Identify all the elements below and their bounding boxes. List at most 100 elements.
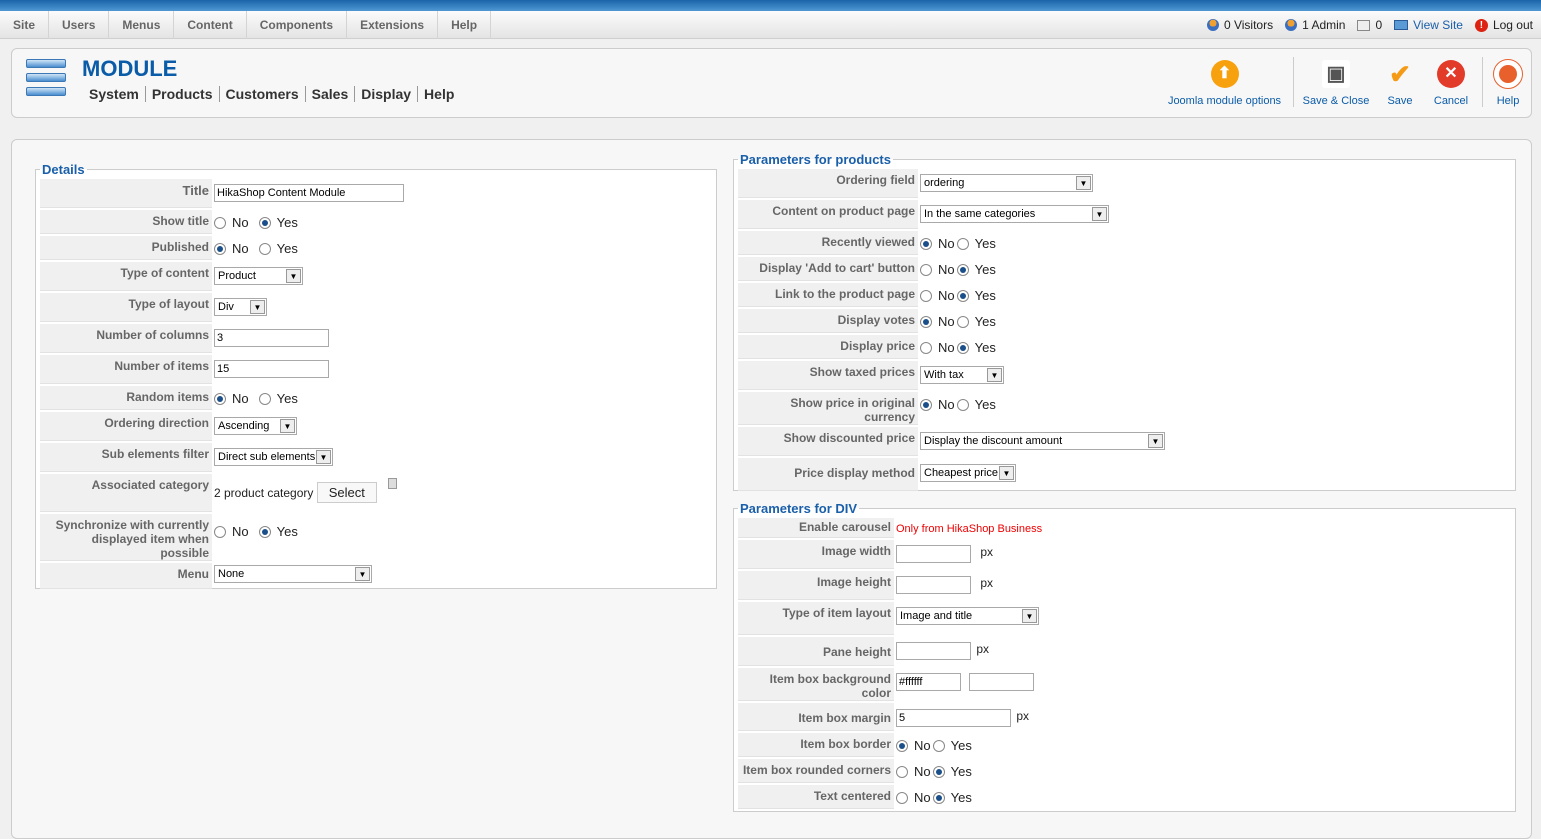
trash-icon[interactable]: [388, 478, 398, 489]
messages-status[interactable]: 0: [1357, 18, 1382, 32]
content-page-select[interactable]: In the same categories ▼: [920, 205, 1109, 223]
link-no[interactable]: No: [920, 288, 955, 303]
type-content-select[interactable]: Product ▼: [214, 267, 303, 285]
centered-label: Text centered: [738, 785, 894, 809]
assoc-cat-value: 2 product category: [214, 486, 314, 500]
admin-status[interactable]: 1 Admin: [1285, 18, 1345, 32]
item-layout-label: Type of item layout: [738, 602, 894, 635]
random-no[interactable]: No: [214, 391, 249, 406]
orig-currency-yes[interactable]: Yes: [956, 397, 996, 412]
ordering-field-select[interactable]: ordering ▼: [920, 174, 1093, 192]
border-yes[interactable]: Yes: [932, 738, 972, 753]
centered-no[interactable]: No: [896, 790, 931, 805]
div-legend: Parameters for DIV: [740, 501, 858, 516]
menu-site[interactable]: Site: [0, 11, 50, 39]
random-yes[interactable]: Yes: [258, 391, 298, 406]
border-no[interactable]: No: [896, 738, 931, 753]
submenu-customers[interactable]: Customers: [220, 86, 306, 102]
menu-menus[interactable]: Menus: [109, 11, 175, 39]
published-no[interactable]: No: [214, 241, 249, 256]
menu-extensions[interactable]: Extensions: [347, 11, 439, 39]
show-title-no[interactable]: No: [214, 215, 249, 230]
view-site-link[interactable]: View Site: [1394, 18, 1463, 32]
show-title-label: Show title: [40, 210, 212, 234]
link-label: Link to the product page: [738, 283, 918, 307]
link-yes[interactable]: Yes: [956, 288, 996, 303]
orig-currency-no[interactable]: No: [920, 397, 955, 412]
select-category-button[interactable]: Select: [316, 482, 377, 503]
ordering-dir-select[interactable]: Ascending ▼: [214, 417, 297, 435]
taxed-label: Show taxed prices: [738, 361, 918, 390]
margin-input[interactable]: 5: [896, 709, 1011, 727]
menu-help[interactable]: Help: [438, 11, 492, 39]
products-legend: Parameters for products: [740, 152, 891, 167]
save-close-button[interactable]: ▣ Save & Close: [1299, 49, 1373, 117]
taxed-select[interactable]: With tax ▼: [920, 366, 1004, 384]
bg-color-input[interactable]: #ffffff: [896, 673, 961, 691]
sub-filter-label: Sub elements filter: [40, 443, 212, 472]
price-method-select[interactable]: Cheapest price ▼: [920, 464, 1016, 482]
centered-yes[interactable]: Yes: [932, 790, 972, 805]
close-icon: ✕: [1437, 60, 1465, 88]
recently-no[interactable]: No: [920, 236, 955, 251]
type-content-label: Type of content: [40, 262, 212, 291]
items-input[interactable]: 15: [214, 360, 329, 378]
title-input[interactable]: HikaShop Content Module: [214, 184, 404, 202]
rounded-yes[interactable]: Yes: [932, 764, 972, 779]
add-cart-yes[interactable]: Yes: [956, 262, 996, 277]
menu-select[interactable]: None ▼: [214, 565, 372, 583]
submenu-system[interactable]: System: [83, 86, 146, 102]
submenu-sales[interactable]: Sales: [306, 86, 356, 102]
border-label: Item box border: [738, 733, 894, 757]
help-button[interactable]: Help: [1490, 49, 1526, 117]
price-method-label: Price display method: [738, 458, 918, 491]
show-title-yes[interactable]: Yes: [258, 215, 298, 230]
pane-height-input[interactable]: [896, 642, 971, 660]
message-icon: [1357, 19, 1371, 31]
menu-components[interactable]: Components: [247, 11, 348, 39]
color-preview[interactable]: [969, 673, 1035, 691]
add-cart-no[interactable]: No: [920, 262, 955, 277]
recently-label: Recently viewed: [738, 231, 918, 255]
checkmark-icon: ✔: [1389, 59, 1411, 89]
sync-no[interactable]: No: [214, 524, 249, 539]
users-icon: [1206, 19, 1219, 31]
rounded-no[interactable]: No: [896, 764, 931, 779]
img-width-input[interactable]: [896, 545, 971, 563]
sync-yes[interactable]: Yes: [258, 524, 298, 539]
save-button[interactable]: ✔ Save: [1381, 49, 1419, 117]
submenu-help[interactable]: Help: [418, 86, 460, 102]
ordering-field-label: Ordering field: [738, 169, 918, 198]
top-stripe: [0, 0, 1541, 11]
columns-input[interactable]: 3: [214, 329, 329, 347]
menu-users[interactable]: Users: [49, 11, 110, 39]
img-height-input[interactable]: [896, 576, 971, 594]
submenu-products[interactable]: Products: [146, 86, 220, 102]
votes-yes[interactable]: Yes: [956, 314, 996, 329]
arrow-up-icon: ⬆: [1210, 60, 1239, 88]
discounted-label: Show discounted price: [738, 427, 918, 456]
recently-yes[interactable]: Yes: [956, 236, 996, 251]
votes-no[interactable]: No: [920, 314, 955, 329]
price-yes[interactable]: Yes: [956, 340, 996, 355]
logout-link[interactable]: ! Log out: [1474, 18, 1533, 32]
chevron-down-icon: ▼: [286, 269, 301, 283]
published-yes[interactable]: Yes: [258, 241, 298, 256]
columns-label: Number of columns: [40, 324, 212, 353]
cancel-button[interactable]: ✕ Cancel: [1428, 49, 1474, 117]
sub-filter-select[interactable]: Direct sub elements ▼: [214, 448, 333, 466]
visitors-status[interactable]: 0 Visitors: [1206, 18, 1273, 32]
menu-content[interactable]: Content: [174, 11, 247, 39]
price-no[interactable]: No: [920, 340, 955, 355]
item-layout-select[interactable]: Image and title ▼: [896, 607, 1039, 625]
votes-label: Display votes: [738, 309, 918, 333]
chevron-down-icon: ▼: [999, 466, 1014, 480]
module-icon: [26, 59, 66, 101]
type-layout-select[interactable]: Div ▼: [214, 298, 267, 316]
content-page-label: Content on product page: [738, 200, 918, 229]
toolbar: MODULE System Products Customers Sales D…: [11, 48, 1532, 118]
joomla-options-button[interactable]: ⬆ Joomla module options: [1162, 49, 1287, 117]
submenu-display[interactable]: Display: [355, 86, 419, 102]
discounted-select[interactable]: Display the discount amount ▼: [920, 432, 1165, 450]
admin-icon: [1285, 19, 1298, 31]
